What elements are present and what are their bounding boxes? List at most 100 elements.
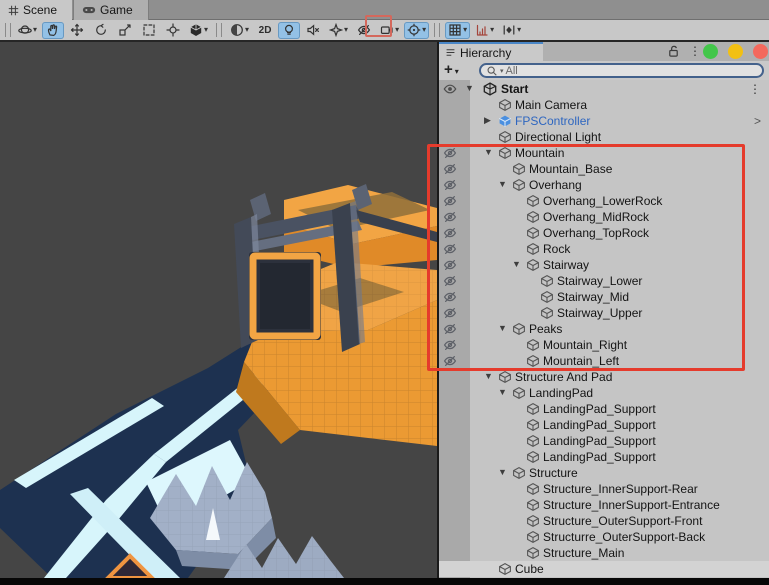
hierarchy-row-structure[interactable]: ▼ Structure — [439, 465, 769, 481]
rotate-icon — [94, 23, 108, 37]
tab-game[interactable]: Game — [73, 0, 149, 20]
hierarchy-row-landingpad[interactable]: ▼ LandingPad — [439, 385, 769, 401]
object-name: Overhang_LowerRock — [543, 194, 663, 208]
object-name: Overhang_MidRock — [543, 210, 650, 224]
panel-menu-icon[interactable]: ⋮ — [689, 45, 701, 57]
hierarchy-row-stairway-mid[interactable]: Stairway_Mid — [439, 289, 769, 305]
increment-snap-button[interactable]: ▾ — [472, 22, 497, 39]
gizmo-icon — [407, 23, 421, 37]
rotate-tool-button[interactable] — [90, 22, 112, 39]
expand-arrow-icon[interactable]: ▼ — [498, 387, 507, 397]
scale-tool-button[interactable] — [114, 22, 136, 39]
chevron-down-icon: ▾ — [344, 25, 349, 34]
expand-arrow-icon[interactable]: ▼ — [512, 259, 521, 269]
bulb-icon — [282, 23, 296, 37]
camera-bookmarks-button[interactable]: ▾ — [499, 22, 524, 39]
hierarchy-search-input[interactable]: ▾ All — [479, 63, 764, 78]
scene-menu-icon[interactable]: ⋮ — [749, 82, 761, 96]
hierarchy-row-cube[interactable]: Cube — [439, 561, 769, 577]
object-name: Structure_OuterSupport-Front — [543, 514, 703, 528]
hidden-objects-button[interactable] — [353, 22, 375, 39]
hierarchy-row-fpscontroller[interactable]: ▶ FPSController > — [439, 113, 769, 129]
hierarchy-row-peaks[interactable]: ▼ Peaks — [439, 321, 769, 337]
hierarchy-row-overhang[interactable]: ▼ Overhang — [439, 177, 769, 193]
eyeoff-icon — [357, 23, 371, 37]
create-object-button[interactable]: + ▾ — [444, 61, 459, 78]
hierarchy-toolbar: + ▾ ▾ All — [439, 61, 769, 80]
hierarchy-row-mountain[interactable]: ▼ Mountain — [439, 145, 769, 161]
custom-editor-tool-button[interactable]: ▾ — [186, 22, 211, 39]
expand-arrow-icon[interactable]: ▼ — [484, 147, 493, 157]
object-name: Stairway_Lower — [557, 274, 643, 288]
hierarchy-row-directional-light[interactable]: Directional Light — [439, 129, 769, 145]
hierarchy-row-main-camera[interactable]: Main Camera — [439, 97, 769, 113]
object-name: Overhang_TopRock — [543, 226, 650, 240]
tab-game-label: Game — [100, 3, 133, 17]
hierarchy-row-stairway-upper[interactable]: Stairway_Upper — [439, 305, 769, 321]
hierarchy-row-structure-outersupport-front[interactable]: Structure_OuterSupport-Front — [439, 513, 769, 529]
hierarchy-row-mountain-right[interactable]: Mountain_Right — [439, 337, 769, 353]
unity-editor-window: Scene Game ▾ ▾ ▾ 2D ▾ ▾ ▾ ▾ ▾ ▾ Hierarch… — [0, 0, 769, 585]
gizmos-button[interactable]: ▾ — [404, 21, 430, 39]
scene-audio-button[interactable] — [302, 22, 324, 39]
render-mode-button[interactable]: ▾ — [227, 22, 252, 39]
hierarchy-row-rock[interactable]: Rock — [439, 241, 769, 257]
chevron-down-icon: ▾ — [422, 25, 427, 34]
grid-snap-button[interactable]: ▾ — [445, 21, 471, 39]
hierarchy-row-structure-and-pad[interactable]: ▼ Structure And Pad — [439, 369, 769, 385]
object-name: LandingPad_Support — [543, 450, 656, 464]
hierarchy-row-structurre-outersupport-back[interactable]: Structurre_OuterSupport-Back — [439, 529, 769, 545]
hand-tool-button[interactable] — [42, 21, 65, 39]
keyframe-icon — [502, 23, 516, 37]
hierarchy-row-stairway-lower[interactable]: Stairway_Lower — [439, 273, 769, 289]
expand-arrow-icon[interactable]: ▼ — [498, 323, 507, 333]
sphere-icon — [230, 23, 244, 37]
scene-lighting-button[interactable] — [278, 21, 301, 39]
hierarchy-row-mountain-base[interactable]: Mountain_Base — [439, 161, 769, 177]
scene-toolbar: ▾ ▾ ▾ 2D ▾ ▾ ▾ ▾ ▾ ▾ — [0, 20, 769, 40]
expand-arrow-icon[interactable]: ▼ — [498, 467, 507, 477]
object-name: Cube — [515, 562, 544, 576]
hierarchy-row-structure-innersupport-rear[interactable]: Structure_InnerSupport-Rear — [439, 481, 769, 497]
expand-arrow-icon[interactable]: ▼ — [498, 179, 507, 189]
view-tool-button[interactable]: ▾ — [15, 22, 40, 39]
hierarchy-row-stairway[interactable]: ▼ Stairway — [439, 257, 769, 273]
scene-camera-button[interactable]: ▾ — [377, 22, 402, 39]
expand-arrow-icon[interactable]: ▼ — [484, 371, 493, 381]
hierarchy-row-landingpad-support[interactable]: LandingPad_Support — [439, 417, 769, 433]
hierarchy-row-landingpad-support[interactable]: LandingPad_Support — [439, 449, 769, 465]
search-filter-caret-icon[interactable]: ▾ — [500, 67, 504, 75]
hierarchy-row-mountain-left[interactable]: Mountain_Left — [439, 353, 769, 369]
move-tool-button[interactable] — [66, 22, 88, 39]
rect-tool-button[interactable] — [138, 22, 160, 39]
hierarchy-row-landingpad-support[interactable]: LandingPad_Support — [439, 433, 769, 449]
prefab-chevron-icon[interactable]: > — [754, 114, 761, 128]
hierarchy-row-overhang-midrock[interactable]: Overhang_MidRock — [439, 209, 769, 225]
tab-scene[interactable]: Scene — [0, 0, 72, 20]
expand-arrow-icon[interactable]: ▶ — [484, 115, 491, 126]
scene-viewport[interactable] — [0, 42, 437, 580]
mode-2d-button[interactable]: 2D — [254, 22, 276, 39]
mode-2d-label: 2D — [258, 24, 272, 36]
hierarchy-panel: Hierarchy ⋮ + ▾ ▾ All ▼ Start ⋮ Main Camera… — [437, 42, 769, 578]
object-name: Structure_InnerSupport-Entrance — [543, 498, 720, 512]
chevron-down-icon: ▾ — [463, 25, 468, 34]
scene-name: Start — [501, 82, 529, 96]
transform-tool-button[interactable] — [162, 22, 184, 39]
hierarchy-row-structure-main[interactable]: Structure_Main — [439, 545, 769, 561]
hierarchy-row-overhang-toprock[interactable]: Overhang_TopRock — [439, 225, 769, 241]
effects-button[interactable]: ▾ — [326, 22, 351, 39]
object-name: Mountain — [515, 146, 565, 160]
object-name: LandingPad_Support — [543, 402, 656, 416]
scene-render — [0, 42, 437, 580]
window-bottom-edge — [0, 578, 769, 585]
tab-hierarchy[interactable]: Hierarchy — [439, 42, 543, 61]
hierarchy-scene-row-start[interactable]: ▼ Start ⋮ — [439, 81, 769, 97]
search-icon — [487, 66, 497, 76]
hierarchy-row-landingpad-support[interactable]: LandingPad_Support — [439, 401, 769, 417]
expand-arrow-icon[interactable]: ▼ — [465, 83, 474, 93]
search-placeholder: All — [505, 64, 518, 77]
orbit-icon — [18, 23, 32, 37]
hierarchy-row-structure-innersupport-entrance[interactable]: Structure_InnerSupport-Entrance — [439, 497, 769, 513]
hierarchy-row-overhang-lowerrock[interactable]: Overhang_LowerRock — [439, 193, 769, 209]
